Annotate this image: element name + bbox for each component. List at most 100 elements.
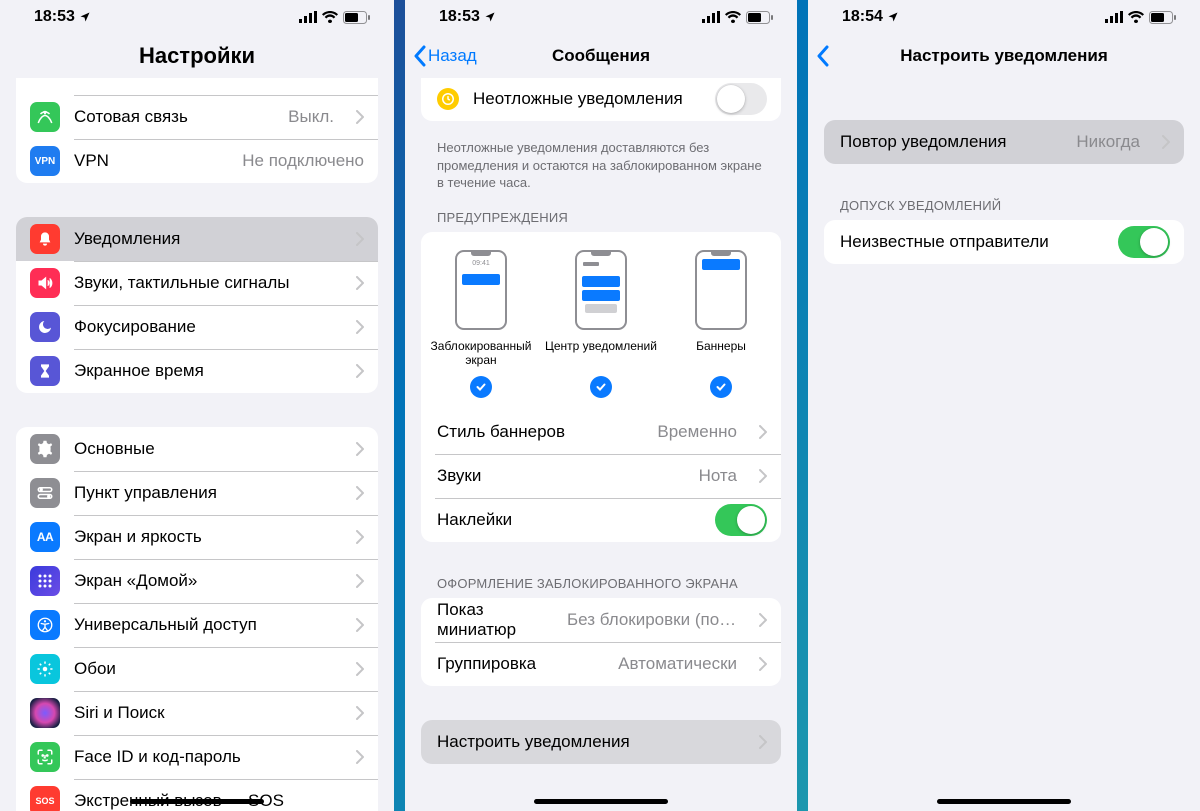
nav-bar: Настроить уведомления	[808, 34, 1200, 78]
chevron-icon	[356, 276, 364, 290]
status-bar: 18:54	[808, 0, 1200, 34]
alert-check-icon	[710, 376, 732, 398]
status-bar: 18:53	[0, 0, 394, 34]
chevron-icon	[759, 425, 767, 439]
status-bar: 18:53	[405, 0, 797, 34]
row-homescreen[interactable]: Экран «Домой»	[16, 559, 378, 603]
row-general[interactable]: Основные	[16, 427, 378, 471]
row-label: Siri и Поиск	[74, 703, 334, 723]
row-faceid[interactable]: Face ID и код-пароль	[16, 735, 378, 779]
chevron-icon	[356, 364, 364, 378]
chevron-icon	[356, 750, 364, 764]
back-label: Назад	[428, 46, 477, 66]
row-repeat-alert[interactable]: Повтор уведомления Никогда	[824, 120, 1184, 164]
unknown-switch[interactable]	[1118, 226, 1170, 258]
row-display[interactable]: AA Экран и яркость	[16, 515, 378, 559]
battery-icon	[746, 11, 773, 24]
screen-messages-notifications: 18:53 Назад Сообщения Неотложные уведомл…	[405, 0, 797, 811]
row-grouping[interactable]: Группировка Автоматически	[421, 642, 781, 686]
urgent-footer: Неотложные уведомления доставляются без …	[437, 139, 765, 192]
row-label: Сотовая связь	[74, 107, 274, 127]
badges-switch[interactable]	[715, 504, 767, 536]
row-label: Экран «Домой»	[74, 571, 334, 591]
speaker-icon	[30, 268, 60, 298]
row-label: Звуки	[437, 466, 685, 486]
row-wallpaper[interactable]: Обои	[16, 647, 378, 691]
row-siri[interactable]: Siri и Поиск	[16, 691, 378, 735]
moon-icon	[30, 312, 60, 342]
alert-label: Заблокированный экран	[422, 339, 541, 368]
back-button[interactable]: Назад	[413, 45, 477, 67]
home-indicator[interactable]	[534, 799, 668, 804]
cellular-icon	[702, 11, 720, 23]
row-label: Экранное время	[74, 361, 334, 381]
status-right	[299, 11, 370, 24]
row-label: Звуки, тактильные сигналы	[74, 273, 334, 293]
urgent-switch[interactable]	[715, 83, 767, 115]
hourglass-icon	[30, 356, 60, 386]
grid-icon	[30, 566, 60, 596]
location-icon	[887, 11, 899, 23]
row-screentime[interactable]: Экранное время	[16, 349, 378, 393]
row-banner-style[interactable]: Стиль баннеров Временно	[421, 410, 781, 454]
faceid-icon	[30, 742, 60, 772]
battery-icon	[1149, 11, 1176, 24]
row-label: Универсальный доступ	[74, 615, 334, 635]
location-icon	[484, 11, 496, 23]
row-label: VPN	[74, 151, 228, 171]
row-cellular[interactable]: Сотовая связь Выкл.	[16, 95, 378, 139]
status-time: 18:53	[34, 8, 75, 26]
row-value: Никогда	[1076, 132, 1140, 152]
page-title: Настроить уведомления	[900, 46, 1108, 66]
alert-lockscreen[interactable]: 09:41 Заблокированный экран	[422, 250, 541, 399]
customize-button[interactable]: Настроить уведомления	[421, 720, 781, 764]
alert-notification-center[interactable]: Центр уведомлений	[542, 250, 661, 399]
home-indicator[interactable]	[937, 799, 1071, 804]
row-value: Временно	[657, 422, 737, 442]
row-label: Неизвестные отправители	[840, 232, 1104, 252]
row-label: Настроить уведомления	[437, 732, 737, 752]
row-sounds[interactable]: Звуки Нота	[421, 454, 781, 498]
chevron-left-icon	[816, 45, 829, 67]
chevron-icon	[759, 657, 767, 671]
row-cut-bluetooth[interactable]	[16, 78, 378, 95]
alert-banners[interactable]: Баннеры	[662, 250, 781, 399]
allow-header: ДОПУСК УВЕДОМЛЕНИЙ	[840, 198, 1168, 213]
row-vpn[interactable]: VPN VPN Не подключено	[16, 139, 378, 183]
row-focus[interactable]: Фокусирование	[16, 305, 378, 349]
row-label: Неотложные уведомления	[473, 89, 701, 109]
row-unknown-senders[interactable]: Неизвестные отправители	[824, 220, 1184, 264]
chevron-icon	[356, 618, 364, 632]
row-notifications[interactable]: Уведомления	[16, 217, 378, 261]
row-label: Стиль баннеров	[437, 422, 643, 442]
row-value: Выкл.	[288, 107, 334, 127]
page-title: Настройки	[139, 43, 255, 69]
sos-icon: SOS	[30, 786, 60, 811]
alert-label: Баннеры	[696, 339, 746, 367]
row-value: Без блокировки (по ум...	[567, 610, 737, 630]
row-value: Не подключено	[242, 151, 364, 171]
nav-bar: Назад Сообщения	[405, 34, 797, 78]
row-urgent[interactable]: Неотложные уведомления	[421, 78, 781, 121]
row-sos[interactable]: SOS Экстренный вызов — SOS	[16, 779, 378, 811]
screen-customize-notifications: 18:54 Настроить уведомления Повтор уведо…	[808, 0, 1200, 811]
chevron-icon	[356, 662, 364, 676]
row-label: Наклейки	[437, 510, 701, 530]
back-button[interactable]	[816, 45, 829, 67]
wallpaper-icon	[30, 654, 60, 684]
row-control-center[interactable]: Пункт управления	[16, 471, 378, 515]
wifi-icon	[1128, 11, 1144, 23]
chevron-icon	[356, 442, 364, 456]
cellular-icon	[1105, 11, 1123, 23]
row-previews[interactable]: Показ миниатюр Без блокировки (по ум...	[421, 598, 781, 642]
row-accessibility[interactable]: Универсальный доступ	[16, 603, 378, 647]
row-badges[interactable]: Наклейки	[421, 498, 781, 542]
row-label: Уведомления	[74, 229, 334, 249]
clock-icon	[437, 88, 459, 110]
nav-bar: Настройки	[0, 34, 394, 78]
alerts-header: ПРЕДУПРЕЖДЕНИЯ	[437, 210, 765, 225]
chevron-icon	[759, 613, 767, 627]
home-indicator[interactable]	[130, 799, 264, 804]
siri-icon	[30, 698, 60, 728]
row-sounds[interactable]: Звуки, тактильные сигналы	[16, 261, 378, 305]
